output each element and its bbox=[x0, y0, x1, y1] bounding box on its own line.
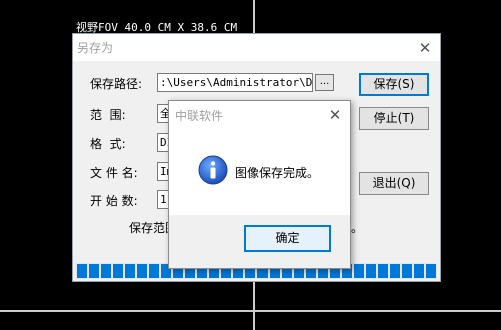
dialog-title: 另存为 bbox=[77, 41, 114, 55]
start-number-label: 开 始 数: bbox=[90, 194, 138, 208]
info-icon bbox=[198, 155, 228, 185]
progress-segment bbox=[149, 264, 160, 278]
range-label: 范 围: bbox=[90, 108, 126, 122]
message-box: 中联软件 ✕ 图像保存完成。 确定 bbox=[168, 100, 351, 269]
progress-segment bbox=[413, 264, 424, 278]
progress-segment bbox=[425, 264, 436, 278]
filename-label: 文 件 名: bbox=[90, 166, 138, 180]
progress-segment bbox=[77, 264, 88, 278]
note-period: 。 bbox=[351, 221, 364, 235]
progress-segment bbox=[389, 264, 400, 278]
progress-segment bbox=[101, 264, 112, 278]
ok-button[interactable]: 确定 bbox=[244, 225, 331, 252]
browse-button[interactable]: ... bbox=[315, 74, 334, 91]
close-icon[interactable]: ✕ bbox=[324, 104, 346, 126]
message-text: 图像保存完成。 bbox=[235, 166, 320, 180]
progress-segment bbox=[89, 264, 100, 278]
progress-segment bbox=[125, 264, 136, 278]
message-box-footer: 确定 bbox=[169, 215, 350, 268]
exit-button[interactable]: 退出(Q) bbox=[359, 172, 429, 195]
progress-segment bbox=[353, 264, 364, 278]
progress-segment bbox=[113, 264, 124, 278]
message-box-title: 中联软件 bbox=[175, 109, 224, 123]
stop-button[interactable]: 停止(T) bbox=[359, 107, 429, 130]
progress-segment bbox=[377, 264, 388, 278]
crosshair-horizontal-line bbox=[0, 310, 501, 312]
path-field[interactable]: :\Users\Administrator\Desk bbox=[157, 73, 313, 92]
save-button[interactable]: 保存(S) bbox=[359, 73, 429, 96]
progress-segment bbox=[401, 264, 412, 278]
progress-segment bbox=[365, 264, 376, 278]
path-label: 保存路径: bbox=[90, 77, 143, 91]
progress-segment bbox=[137, 264, 148, 278]
close-icon[interactable]: ✕ bbox=[414, 37, 436, 59]
format-label: 格 式: bbox=[90, 137, 126, 151]
dialog-title-bar: 另存为 ✕ bbox=[73, 34, 440, 61]
